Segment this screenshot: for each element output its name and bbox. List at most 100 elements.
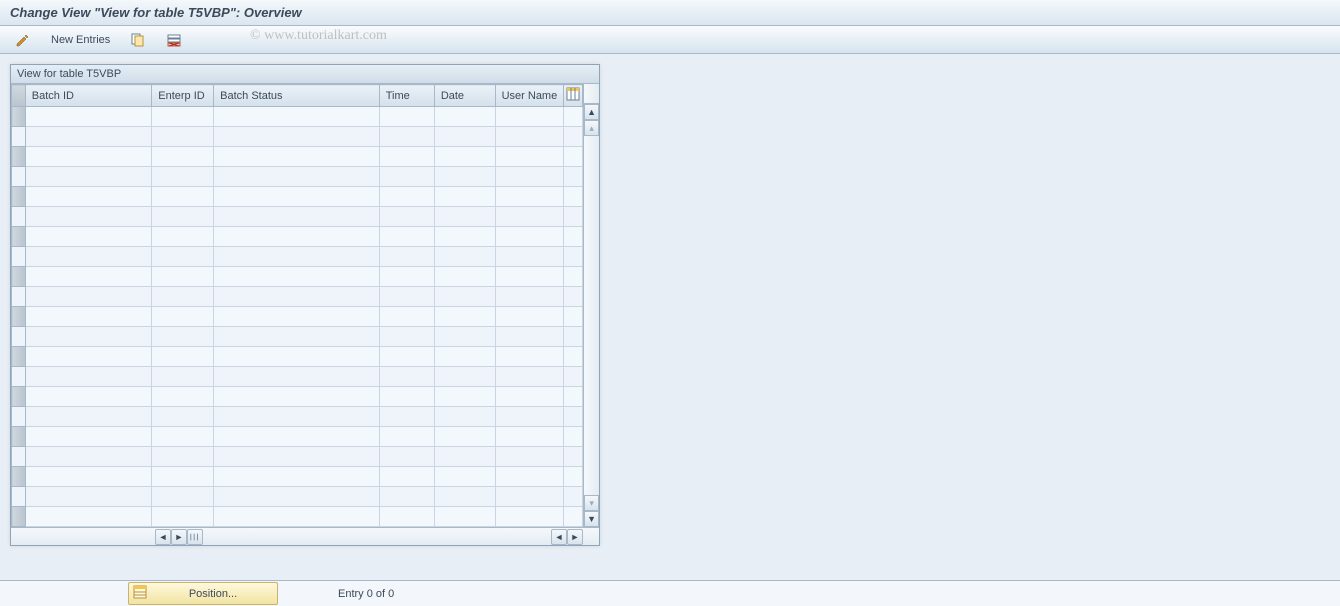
cell[interactable] <box>379 127 434 147</box>
cell[interactable] <box>434 367 495 387</box>
cell[interactable] <box>379 227 434 247</box>
cell[interactable] <box>379 447 434 467</box>
vertical-scrollbar[interactable]: ▲ ▴ ▾ ▼ <box>583 84 599 527</box>
cell[interactable] <box>434 247 495 267</box>
horizontal-scrollbar[interactable]: ◄ ► ◄ ► <box>11 527 599 545</box>
column-header-date[interactable]: Date <box>434 85 495 107</box>
cell[interactable] <box>25 287 152 307</box>
table-row[interactable] <box>12 107 583 127</box>
table-row[interactable] <box>12 327 583 347</box>
cell[interactable] <box>152 107 214 127</box>
cell[interactable] <box>379 307 434 327</box>
table-row[interactable] <box>12 487 583 507</box>
table-row[interactable] <box>12 127 583 147</box>
cell[interactable] <box>152 227 214 247</box>
row-selector[interactable] <box>12 227 26 247</box>
cell[interactable] <box>434 407 495 427</box>
row-selector[interactable] <box>12 507 26 527</box>
cell[interactable] <box>25 467 152 487</box>
cell[interactable] <box>434 127 495 147</box>
cell[interactable] <box>434 147 495 167</box>
cell[interactable] <box>379 187 434 207</box>
cell[interactable] <box>152 467 214 487</box>
column-width-button[interactable] <box>187 529 203 545</box>
row-selector[interactable] <box>12 467 26 487</box>
position-button[interactable]: Position... <box>128 582 278 605</box>
cell[interactable] <box>434 347 495 367</box>
cell[interactable] <box>214 387 380 407</box>
table-row[interactable] <box>12 407 583 427</box>
cell[interactable] <box>25 127 152 147</box>
row-selector[interactable] <box>12 167 26 187</box>
cell[interactable] <box>152 207 214 227</box>
cell[interactable] <box>214 187 380 207</box>
cell[interactable] <box>25 407 152 427</box>
cell[interactable] <box>25 507 152 527</box>
cell[interactable] <box>25 347 152 367</box>
cell[interactable] <box>25 247 152 267</box>
cell[interactable] <box>152 287 214 307</box>
row-selector[interactable] <box>12 447 26 467</box>
cell[interactable] <box>434 307 495 327</box>
row-selector[interactable] <box>12 267 26 287</box>
table-row[interactable] <box>12 207 583 227</box>
cell[interactable] <box>495 367 564 387</box>
row-selector[interactable] <box>12 207 26 227</box>
row-selector[interactable] <box>12 407 26 427</box>
cell[interactable] <box>379 267 434 287</box>
cell[interactable] <box>25 447 152 467</box>
delete-button[interactable] <box>159 29 189 51</box>
cell[interactable] <box>379 167 434 187</box>
cell[interactable] <box>214 347 380 367</box>
cell[interactable] <box>214 167 380 187</box>
table-row[interactable] <box>12 287 583 307</box>
row-selector[interactable] <box>12 187 26 207</box>
cell[interactable] <box>495 407 564 427</box>
cell[interactable] <box>25 227 152 247</box>
cell[interactable] <box>434 267 495 287</box>
row-selector[interactable] <box>12 327 26 347</box>
cell[interactable] <box>434 507 495 527</box>
cell[interactable] <box>25 387 152 407</box>
cell[interactable] <box>434 327 495 347</box>
cell[interactable] <box>25 267 152 287</box>
cell[interactable] <box>495 307 564 327</box>
cell[interactable] <box>495 447 564 467</box>
cell[interactable] <box>434 387 495 407</box>
cell[interactable] <box>495 107 564 127</box>
cell[interactable] <box>379 207 434 227</box>
cell[interactable] <box>379 327 434 347</box>
cell[interactable] <box>214 367 380 387</box>
cell[interactable] <box>25 427 152 447</box>
table-row[interactable] <box>12 167 583 187</box>
row-selector[interactable] <box>12 287 26 307</box>
cell[interactable] <box>379 387 434 407</box>
cell[interactable] <box>152 147 214 167</box>
cell[interactable] <box>379 367 434 387</box>
table-row[interactable] <box>12 347 583 367</box>
table-row[interactable] <box>12 387 583 407</box>
new-entries-button[interactable]: New Entries <box>44 31 117 49</box>
row-selector-header[interactable] <box>12 85 26 107</box>
cell[interactable] <box>152 187 214 207</box>
cell[interactable] <box>379 467 434 487</box>
column-header-batch-id[interactable]: Batch ID <box>25 85 152 107</box>
cell[interactable] <box>495 467 564 487</box>
cell[interactable] <box>379 287 434 307</box>
cell[interactable] <box>495 127 564 147</box>
cell[interactable] <box>379 507 434 527</box>
cell[interactable] <box>495 227 564 247</box>
cell[interactable] <box>495 287 564 307</box>
cell[interactable] <box>152 407 214 427</box>
cell[interactable] <box>152 367 214 387</box>
table-row[interactable] <box>12 227 583 247</box>
cell[interactable] <box>495 167 564 187</box>
cell[interactable] <box>434 487 495 507</box>
cell[interactable] <box>214 207 380 227</box>
cell[interactable] <box>214 467 380 487</box>
cell[interactable] <box>434 107 495 127</box>
table-row[interactable] <box>12 307 583 327</box>
table-row[interactable] <box>12 247 583 267</box>
cell[interactable] <box>379 247 434 267</box>
cell[interactable] <box>214 287 380 307</box>
